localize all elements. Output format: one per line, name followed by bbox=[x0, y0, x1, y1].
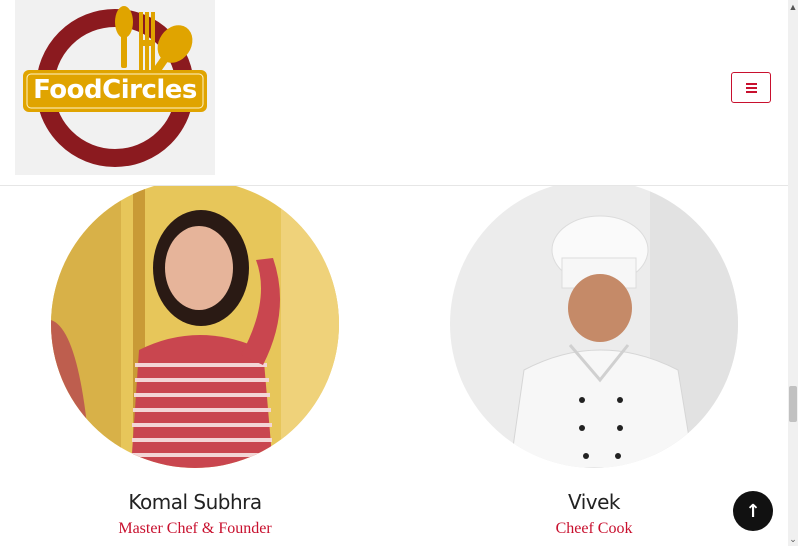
chef-portrait-image bbox=[450, 180, 738, 468]
hamburger-menu-icon bbox=[745, 83, 757, 93]
scrollbar-thumb[interactable] bbox=[789, 386, 797, 422]
vertical-scrollbar[interactable]: ▲ ⌄ bbox=[788, 0, 798, 546]
member-photo-vivek bbox=[450, 180, 738, 468]
woman-portrait-image bbox=[51, 180, 339, 468]
arrow-up-icon: ↑ bbox=[745, 500, 761, 522]
logo-text: FoodCircles bbox=[33, 75, 197, 105]
scroll-up-arrow-icon[interactable]: ▲ bbox=[788, 0, 798, 14]
site-header: FoodCircles bbox=[0, 0, 788, 186]
back-to-top-button[interactable]: ↑ bbox=[733, 491, 773, 531]
member-photo-komal bbox=[51, 180, 339, 468]
member-role: Master Chef & Founder bbox=[118, 520, 272, 537]
hamburger-menu-button[interactable] bbox=[731, 72, 771, 103]
member-role: Cheef Cook bbox=[555, 520, 633, 537]
site-logo[interactable]: FoodCircles bbox=[15, 0, 215, 175]
member-name: Komal Subhra bbox=[128, 490, 262, 514]
scroll-down-arrow-icon[interactable]: ⌄ bbox=[788, 532, 798, 546]
member-name: Vivek bbox=[567, 490, 621, 514]
